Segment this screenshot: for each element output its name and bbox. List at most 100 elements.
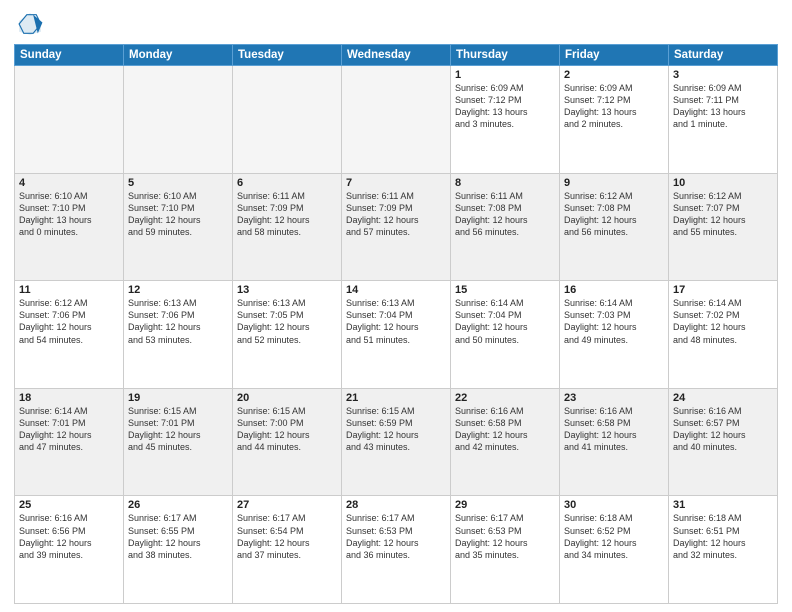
day-info: Sunrise: 6:13 AM Sunset: 7:06 PM Dayligh… (128, 297, 228, 346)
day-number: 18 (19, 392, 119, 404)
day-number: 17 (673, 284, 773, 296)
day-info: Sunrise: 6:12 AM Sunset: 7:07 PM Dayligh… (673, 190, 773, 239)
day-number: 15 (455, 284, 555, 296)
day-number: 10 (673, 177, 773, 189)
calendar-cell-20: 20Sunrise: 6:15 AM Sunset: 7:00 PM Dayli… (233, 388, 342, 496)
day-number: 16 (564, 284, 664, 296)
calendar-cell-30: 30Sunrise: 6:18 AM Sunset: 6:52 PM Dayli… (560, 496, 669, 604)
calendar-header-wednesday: Wednesday (342, 45, 451, 66)
calendar-cell-empty-0 (15, 66, 124, 174)
calendar-header-monday: Monday (124, 45, 233, 66)
day-info: Sunrise: 6:15 AM Sunset: 7:01 PM Dayligh… (128, 405, 228, 454)
day-number: 4 (19, 177, 119, 189)
calendar-cell-5: 5Sunrise: 6:10 AM Sunset: 7:10 PM Daylig… (124, 173, 233, 281)
calendar-cell-26: 26Sunrise: 6:17 AM Sunset: 6:55 PM Dayli… (124, 496, 233, 604)
logo-icon (16, 10, 44, 38)
day-info: Sunrise: 6:17 AM Sunset: 6:54 PM Dayligh… (237, 512, 337, 561)
day-number: 26 (128, 499, 228, 511)
calendar-cell-2: 2Sunrise: 6:09 AM Sunset: 7:12 PM Daylig… (560, 66, 669, 174)
calendar-cell-25: 25Sunrise: 6:16 AM Sunset: 6:56 PM Dayli… (15, 496, 124, 604)
calendar-cell-29: 29Sunrise: 6:17 AM Sunset: 6:53 PM Dayli… (451, 496, 560, 604)
calendar-cell-6: 6Sunrise: 6:11 AM Sunset: 7:09 PM Daylig… (233, 173, 342, 281)
day-info: Sunrise: 6:10 AM Sunset: 7:10 PM Dayligh… (19, 190, 119, 239)
calendar-cell-27: 27Sunrise: 6:17 AM Sunset: 6:54 PM Dayli… (233, 496, 342, 604)
day-info: Sunrise: 6:18 AM Sunset: 6:52 PM Dayligh… (564, 512, 664, 561)
day-number: 2 (564, 69, 664, 81)
day-number: 11 (19, 284, 119, 296)
day-number: 24 (673, 392, 773, 404)
day-info: Sunrise: 6:13 AM Sunset: 7:05 PM Dayligh… (237, 297, 337, 346)
day-number: 9 (564, 177, 664, 189)
day-info: Sunrise: 6:14 AM Sunset: 7:02 PM Dayligh… (673, 297, 773, 346)
day-number: 31 (673, 499, 773, 511)
calendar-cell-17: 17Sunrise: 6:14 AM Sunset: 7:02 PM Dayli… (669, 281, 778, 389)
calendar-cell-empty-2 (233, 66, 342, 174)
calendar-cell-21: 21Sunrise: 6:15 AM Sunset: 6:59 PM Dayli… (342, 388, 451, 496)
day-info: Sunrise: 6:16 AM Sunset: 6:57 PM Dayligh… (673, 405, 773, 454)
day-info: Sunrise: 6:15 AM Sunset: 7:00 PM Dayligh… (237, 405, 337, 454)
calendar-cell-11: 11Sunrise: 6:12 AM Sunset: 7:06 PM Dayli… (15, 281, 124, 389)
calendar-cell-16: 16Sunrise: 6:14 AM Sunset: 7:03 PM Dayli… (560, 281, 669, 389)
day-number: 30 (564, 499, 664, 511)
calendar-cell-9: 9Sunrise: 6:12 AM Sunset: 7:08 PM Daylig… (560, 173, 669, 281)
day-number: 21 (346, 392, 446, 404)
day-number: 8 (455, 177, 555, 189)
header (14, 10, 778, 38)
day-info: Sunrise: 6:14 AM Sunset: 7:01 PM Dayligh… (19, 405, 119, 454)
calendar-week-4: 25Sunrise: 6:16 AM Sunset: 6:56 PM Dayli… (15, 496, 778, 604)
day-number: 22 (455, 392, 555, 404)
calendar-week-0: 1Sunrise: 6:09 AM Sunset: 7:12 PM Daylig… (15, 66, 778, 174)
calendar-cell-15: 15Sunrise: 6:14 AM Sunset: 7:04 PM Dayli… (451, 281, 560, 389)
day-number: 3 (673, 69, 773, 81)
calendar-cell-13: 13Sunrise: 6:13 AM Sunset: 7:05 PM Dayli… (233, 281, 342, 389)
day-number: 7 (346, 177, 446, 189)
calendar-header-sunday: Sunday (15, 45, 124, 66)
day-info: Sunrise: 6:09 AM Sunset: 7:12 PM Dayligh… (564, 82, 664, 131)
calendar-table: SundayMondayTuesdayWednesdayThursdayFrid… (14, 44, 778, 604)
calendar-cell-31: 31Sunrise: 6:18 AM Sunset: 6:51 PM Dayli… (669, 496, 778, 604)
page: SundayMondayTuesdayWednesdayThursdayFrid… (0, 0, 792, 612)
calendar-cell-23: 23Sunrise: 6:16 AM Sunset: 6:58 PM Dayli… (560, 388, 669, 496)
day-info: Sunrise: 6:18 AM Sunset: 6:51 PM Dayligh… (673, 512, 773, 561)
day-number: 19 (128, 392, 228, 404)
day-info: Sunrise: 6:16 AM Sunset: 6:56 PM Dayligh… (19, 512, 119, 561)
day-number: 5 (128, 177, 228, 189)
calendar-cell-10: 10Sunrise: 6:12 AM Sunset: 7:07 PM Dayli… (669, 173, 778, 281)
calendar-cell-12: 12Sunrise: 6:13 AM Sunset: 7:06 PM Dayli… (124, 281, 233, 389)
calendar-cell-empty-1 (124, 66, 233, 174)
day-number: 14 (346, 284, 446, 296)
calendar-cell-empty-3 (342, 66, 451, 174)
day-info: Sunrise: 6:17 AM Sunset: 6:53 PM Dayligh… (455, 512, 555, 561)
calendar-header-thursday: Thursday (451, 45, 560, 66)
day-number: 23 (564, 392, 664, 404)
day-info: Sunrise: 6:09 AM Sunset: 7:12 PM Dayligh… (455, 82, 555, 131)
calendar-cell-8: 8Sunrise: 6:11 AM Sunset: 7:08 PM Daylig… (451, 173, 560, 281)
calendar-cell-22: 22Sunrise: 6:16 AM Sunset: 6:58 PM Dayli… (451, 388, 560, 496)
calendar-header-friday: Friday (560, 45, 669, 66)
day-info: Sunrise: 6:12 AM Sunset: 7:08 PM Dayligh… (564, 190, 664, 239)
day-info: Sunrise: 6:14 AM Sunset: 7:04 PM Dayligh… (455, 297, 555, 346)
calendar-cell-4: 4Sunrise: 6:10 AM Sunset: 7:10 PM Daylig… (15, 173, 124, 281)
day-info: Sunrise: 6:14 AM Sunset: 7:03 PM Dayligh… (564, 297, 664, 346)
day-info: Sunrise: 6:12 AM Sunset: 7:06 PM Dayligh… (19, 297, 119, 346)
calendar-cell-3: 3Sunrise: 6:09 AM Sunset: 7:11 PM Daylig… (669, 66, 778, 174)
calendar-week-1: 4Sunrise: 6:10 AM Sunset: 7:10 PM Daylig… (15, 173, 778, 281)
day-info: Sunrise: 6:16 AM Sunset: 6:58 PM Dayligh… (564, 405, 664, 454)
calendar-cell-24: 24Sunrise: 6:16 AM Sunset: 6:57 PM Dayli… (669, 388, 778, 496)
day-info: Sunrise: 6:10 AM Sunset: 7:10 PM Dayligh… (128, 190, 228, 239)
calendar-cell-7: 7Sunrise: 6:11 AM Sunset: 7:09 PM Daylig… (342, 173, 451, 281)
day-info: Sunrise: 6:17 AM Sunset: 6:55 PM Dayligh… (128, 512, 228, 561)
calendar-header-row: SundayMondayTuesdayWednesdayThursdayFrid… (15, 45, 778, 66)
calendar-cell-19: 19Sunrise: 6:15 AM Sunset: 7:01 PM Dayli… (124, 388, 233, 496)
calendar-cell-14: 14Sunrise: 6:13 AM Sunset: 7:04 PM Dayli… (342, 281, 451, 389)
day-info: Sunrise: 6:17 AM Sunset: 6:53 PM Dayligh… (346, 512, 446, 561)
day-info: Sunrise: 6:11 AM Sunset: 7:09 PM Dayligh… (346, 190, 446, 239)
day-number: 29 (455, 499, 555, 511)
calendar-header-tuesday: Tuesday (233, 45, 342, 66)
calendar-header-saturday: Saturday (669, 45, 778, 66)
day-info: Sunrise: 6:13 AM Sunset: 7:04 PM Dayligh… (346, 297, 446, 346)
day-number: 27 (237, 499, 337, 511)
day-number: 12 (128, 284, 228, 296)
day-number: 28 (346, 499, 446, 511)
day-info: Sunrise: 6:09 AM Sunset: 7:11 PM Dayligh… (673, 82, 773, 131)
